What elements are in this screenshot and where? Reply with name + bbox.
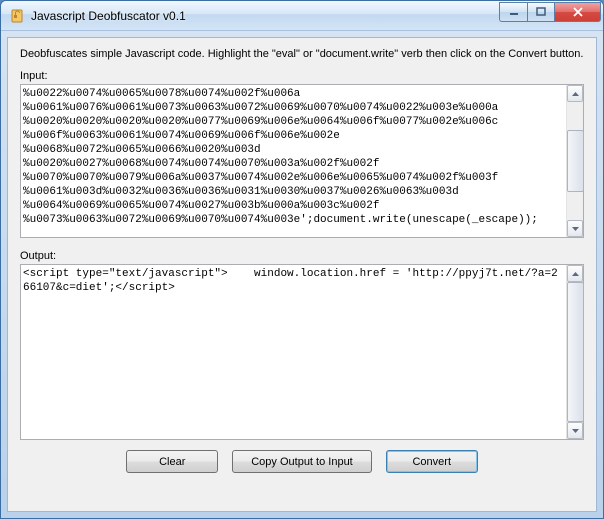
- scroll-track[interactable]: [567, 102, 583, 220]
- input-textarea[interactable]: %u0022%u0074%u0065%u0078%u0074%u002f%u00…: [20, 84, 584, 238]
- output-label: Output:: [20, 250, 584, 262]
- scroll-track[interactable]: [567, 282, 583, 422]
- app-window: Javascript Deobfuscator v0.1 Deobfuscate…: [0, 0, 604, 519]
- maximize-button[interactable]: [527, 2, 555, 22]
- scroll-thumb[interactable]: [567, 282, 584, 422]
- scroll-up-button[interactable]: [567, 85, 583, 102]
- convert-button[interactable]: Convert: [386, 450, 478, 473]
- app-icon: [9, 8, 25, 24]
- button-row: Clear Copy Output to Input Convert: [20, 450, 584, 473]
- output-scrollbar[interactable]: [566, 265, 583, 439]
- window-controls: [499, 2, 601, 22]
- input-label: Input:: [20, 70, 584, 82]
- instructions-text: Deobfuscates simple Javascript code. Hig…: [20, 48, 584, 60]
- scroll-thumb[interactable]: [567, 130, 584, 192]
- output-textarea[interactable]: <script type="text/javascript"> window.l…: [20, 264, 584, 440]
- output-content[interactable]: <script type="text/javascript"> window.l…: [21, 265, 566, 439]
- minimize-button[interactable]: [499, 2, 527, 22]
- scroll-down-button[interactable]: [567, 422, 583, 439]
- clear-button[interactable]: Clear: [126, 450, 218, 473]
- scroll-down-button[interactable]: [567, 220, 583, 237]
- client-area: Deobfuscates simple Javascript code. Hig…: [7, 37, 597, 512]
- input-scrollbar[interactable]: [566, 85, 583, 237]
- titlebar[interactable]: Javascript Deobfuscator v0.1: [1, 1, 603, 31]
- scroll-up-button[interactable]: [567, 265, 583, 282]
- input-content[interactable]: %u0022%u0074%u0065%u0078%u0074%u002f%u00…: [21, 85, 566, 237]
- close-button[interactable]: [555, 2, 601, 22]
- copy-output-to-input-button[interactable]: Copy Output to Input: [232, 450, 372, 473]
